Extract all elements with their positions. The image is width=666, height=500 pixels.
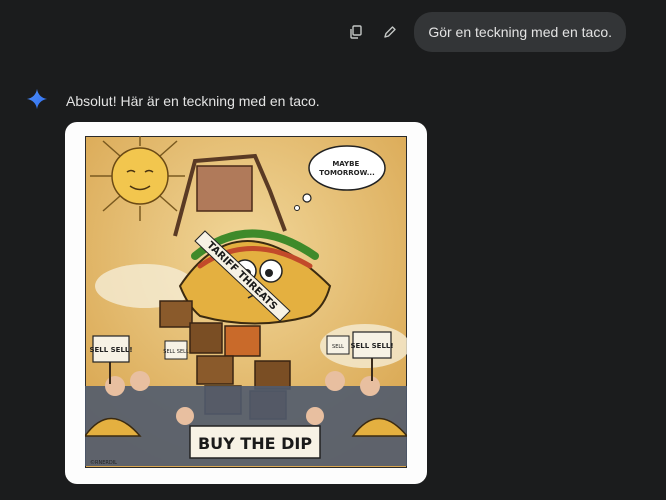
chat-page: Gör en teckning med en taco. Absolut! Hä… bbox=[0, 0, 666, 500]
sign-right-small: SELL bbox=[326, 335, 350, 355]
copy-icon[interactable] bbox=[346, 22, 366, 42]
taco-cartoon: MAYBE TOMORROW... TARIFF THREATS SELL SE… bbox=[85, 136, 407, 468]
sign-right-small-text: SELL bbox=[332, 344, 344, 350]
sign-left-text: SELL SELL! bbox=[89, 346, 132, 354]
edit-pencil-icon[interactable] bbox=[380, 22, 400, 42]
sign-right-text: SELL SELL! bbox=[350, 342, 393, 350]
assistant-response-text: Absolut! Här är en teckning med en taco. bbox=[66, 93, 320, 109]
user-message-row: Gör en teckning med en taco. bbox=[346, 12, 626, 52]
sign-left-small: SELL SELL bbox=[163, 340, 189, 360]
signature-text: ©RNERDIL bbox=[90, 459, 117, 466]
gemini-sparkle-icon bbox=[26, 88, 48, 110]
banner-text: BUY THE DIP bbox=[198, 434, 312, 453]
generated-image[interactable]: MAYBE TOMORROW... TARIFF THREATS SELL SE… bbox=[65, 122, 427, 484]
user-message-bubble[interactable]: Gör en teckning med en taco. bbox=[414, 12, 626, 52]
sign-left-small-text: SELL SELL bbox=[163, 349, 189, 355]
buy-the-dip-banner: BUY THE DIP bbox=[189, 425, 321, 459]
